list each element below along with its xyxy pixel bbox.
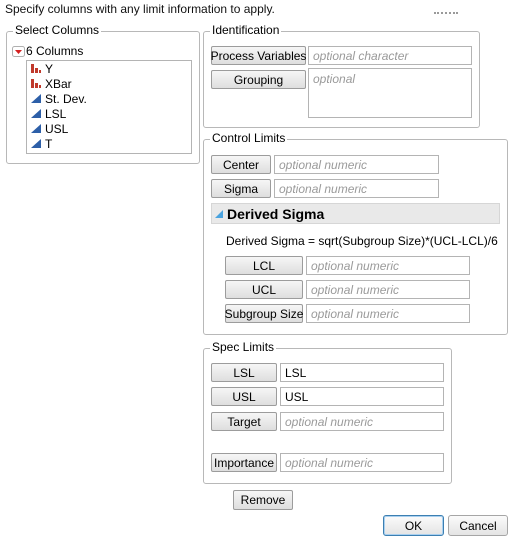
sigma-button[interactable]: Sigma xyxy=(211,179,271,198)
column-name: USL xyxy=(45,121,69,136)
select-columns-title: Select Columns xyxy=(13,23,102,37)
list-item[interactable]: XBar xyxy=(27,76,191,91)
list-item[interactable]: St. Dev. xyxy=(27,91,191,106)
control-limits-title: Control Limits xyxy=(210,131,288,145)
column-name: St. Dev. xyxy=(45,91,87,106)
derived-sigma-formula: Derived Sigma = sqrt(Subgroup Size)*(UCL… xyxy=(226,234,498,248)
column-name: LSL xyxy=(45,106,67,121)
list-item[interactable]: LSL xyxy=(27,106,191,121)
subgroup-size-field[interactable] xyxy=(306,304,470,323)
disclosure-red-icon[interactable] xyxy=(12,45,25,57)
list-item[interactable]: T xyxy=(27,136,191,151)
identification-title: Identification xyxy=(210,23,282,37)
derived-sigma-outline[interactable]: Derived Sigma xyxy=(211,203,500,224)
columns-count-label: 6 Columns xyxy=(26,44,84,58)
nominal-bar-icon xyxy=(31,79,41,88)
cancel-button[interactable]: Cancel xyxy=(448,515,508,536)
grouping-button[interactable]: Grouping xyxy=(211,70,306,89)
nominal-bar-icon xyxy=(31,64,41,73)
sigma-field[interactable] xyxy=(274,179,439,198)
process-variables-field[interactable] xyxy=(308,46,472,65)
list-item[interactable]: Y xyxy=(27,61,191,76)
column-name: T xyxy=(45,136,53,151)
center-button[interactable]: Center xyxy=(211,155,271,174)
spec-limits-title: Spec Limits xyxy=(210,340,277,354)
continuous-triangle-icon xyxy=(31,94,41,103)
lcl-field[interactable] xyxy=(306,256,470,275)
column-name: Y xyxy=(45,61,54,76)
usl-field[interactable] xyxy=(280,387,444,406)
columns-disclosure[interactable]: 6 Columns xyxy=(12,44,83,58)
lsl-button[interactable]: LSL xyxy=(211,363,277,382)
continuous-triangle-icon xyxy=(31,139,41,148)
derived-sigma-title: Derived Sigma xyxy=(227,205,325,222)
center-field[interactable] xyxy=(274,155,439,174)
lcl-button[interactable]: LCL xyxy=(225,256,303,275)
process-variables-button[interactable]: Process Variables xyxy=(211,46,306,65)
ok-button[interactable]: OK xyxy=(383,515,444,536)
lsl-field[interactable] xyxy=(280,363,444,382)
importance-field[interactable] xyxy=(280,453,444,472)
column-name: XBar xyxy=(45,76,72,91)
subgroup-size-button[interactable]: Subgroup Size xyxy=(225,304,303,323)
disclosure-triangle-icon[interactable] xyxy=(213,208,225,220)
remove-button[interactable]: Remove xyxy=(233,490,293,510)
grouping-field[interactable] xyxy=(308,68,472,118)
continuous-triangle-icon xyxy=(31,109,41,118)
ucl-field[interactable] xyxy=(306,280,470,299)
usl-button[interactable]: USL xyxy=(211,387,277,406)
resize-grip[interactable] xyxy=(434,12,458,14)
ucl-button[interactable]: UCL xyxy=(225,280,303,299)
instructions-text: Specify columns with any limit informati… xyxy=(5,2,275,16)
list-item[interactable]: USL xyxy=(27,121,191,136)
target-field[interactable] xyxy=(280,412,444,431)
continuous-triangle-icon xyxy=(31,124,41,133)
importance-button[interactable]: Importance xyxy=(211,453,277,472)
columns-list[interactable]: Y XBar St. Dev. LSL USL T xyxy=(26,60,192,154)
target-button[interactable]: Target xyxy=(211,412,277,431)
